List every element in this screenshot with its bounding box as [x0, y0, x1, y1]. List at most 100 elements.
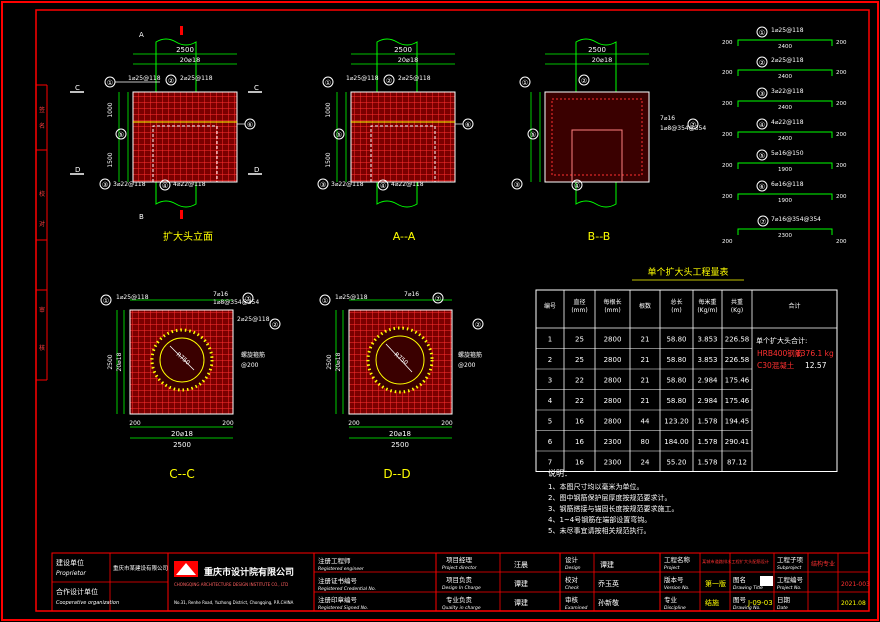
tb-qc-cn: 专业负责 — [446, 595, 473, 604]
table-cell: 22 — [575, 397, 584, 405]
table-cell: 58.80 — [666, 356, 686, 364]
tb-client-en: Proprietor — [56, 570, 86, 577]
tb-date-cn: 日期 — [777, 596, 791, 604]
bar-number: ⑥ — [759, 183, 765, 191]
table-cell: 16 — [575, 417, 584, 425]
bar-shape-row: ④ 4⌀22@118 200 2400 200 — [722, 118, 847, 142]
tb-pd-cn: 项目经理 — [446, 555, 473, 564]
bar-dim-right: 200 — [836, 70, 847, 76]
leader-num: ① — [522, 79, 528, 87]
bar-dim-right: 200 — [836, 239, 847, 245]
note-item: 4、1~4号钢筋在端部设置弯钩。 — [548, 515, 651, 524]
dim-height: 2500 — [107, 354, 114, 369]
section-mark-d: D — [254, 166, 259, 174]
tb-stage-cn: 版本号 — [664, 575, 684, 584]
table-cell: 175.46 — [725, 376, 750, 384]
dim-height: 1500 — [107, 152, 114, 167]
tb-partner-en: Cooperative organization — [56, 600, 119, 606]
dim-width: 2500 — [394, 46, 412, 54]
left-signature-strip: 签 名 校 对 审 核 — [36, 84, 48, 381]
tb-partner-cn: 合作设计单位 — [56, 587, 98, 596]
dim-edge: 200 — [441, 420, 453, 427]
table-cell: 87.12 — [727, 458, 747, 466]
dim-bars: 20⌀18 — [335, 352, 342, 371]
view-section-bb: 2500 20⌀18 ① ② ⑤ ⑦ 7⌀16 1⌀8@354@354 ③ ④ … — [511, 38, 706, 243]
bar-dim-right: 200 — [836, 101, 847, 107]
table-cell: 21 — [641, 397, 650, 405]
strip-label: 核 — [39, 344, 45, 352]
dim-bars: 20⌀18 — [171, 430, 193, 438]
tb-dept-value: 结施 — [705, 598, 719, 607]
leader-num: ④ — [380, 182, 386, 190]
table-cell: 21 — [641, 335, 650, 343]
bar-dim-mid: 2400 — [778, 44, 792, 50]
table-cell: 58.80 — [666, 397, 686, 405]
bar-label: 1⌀25@118 — [771, 27, 804, 34]
table-cell: 226.58 — [725, 335, 750, 343]
dim-height: 1500 — [325, 152, 332, 167]
dim-height: 2500 — [326, 354, 333, 369]
leader-num: ① — [107, 79, 113, 87]
leader-label: 7⌀16 — [660, 115, 675, 122]
tb-audit-en: Examined — [565, 605, 588, 611]
table-cell: 1.578 — [697, 417, 717, 425]
view-elevation: 2500 20⌀18 1000 1500 A B C C D D ① 1⌀25@… — [70, 26, 262, 243]
leader-label: 1⌀25@118 — [335, 294, 368, 301]
table-cell: 1.578 — [697, 458, 717, 466]
leader-num: ⑤ — [530, 131, 536, 139]
leader-num: ② — [581, 77, 587, 85]
leader-label: 2⌀25@118 — [180, 75, 213, 82]
dim-bars: 20⌀18 — [389, 430, 411, 438]
table-cell: 2.984 — [697, 376, 718, 384]
table-cell: 16 — [575, 458, 584, 466]
table-cell: 1 — [548, 335, 552, 343]
tb-pd-en: Project director — [442, 565, 478, 571]
leader-num: ② — [272, 321, 278, 329]
leader-num: ⑥ — [247, 121, 253, 129]
note-item: 5、未尽事宜请按相关规范执行。 — [548, 526, 650, 535]
drawing-title-box — [760, 576, 773, 586]
bar-dim-right: 200 — [836, 132, 847, 138]
tb-major-cn: 工程子项 — [777, 555, 804, 564]
leader-num: ③ — [102, 181, 108, 189]
table-cell: 2800 — [604, 397, 622, 405]
tb-stage-value: 第一版 — [705, 579, 726, 588]
bar-shape-row: ① 1⌀25@118 200 2400 200 — [722, 26, 847, 50]
tb-date-value: 2021.08 — [841, 600, 866, 607]
tb-company-en: CHONGQING ARCHITECTURE DESIGN INSTITUTE … — [174, 582, 288, 587]
bar-dim-right: 200 — [836, 40, 847, 46]
dim-edge: 200 — [348, 420, 360, 427]
table-cell: 4 — [548, 397, 553, 405]
table-cell: 58.80 — [666, 376, 686, 384]
bar-shape-row: ⑥ 6⌀16@118 200 1900 200 — [722, 180, 847, 204]
leader-num: ④ — [162, 182, 168, 190]
tb-scale-value: 2021-003 — [841, 581, 870, 588]
leader-num: ③ — [514, 181, 520, 189]
tb-eng-en: Registered engineer — [318, 566, 365, 572]
tb-qc-name: 谭建 — [514, 598, 528, 607]
view-title-aa: A--A — [393, 230, 416, 243]
drawing-sheet: 签 名 校 对 审 核 2500 20⌀18 1000 1500 A B C C… — [1, 1, 879, 621]
table-cell: 25 — [575, 335, 584, 343]
tb-company-cn: 重庆市设计院有限公司 — [204, 566, 294, 578]
table-cell: 194.45 — [725, 417, 750, 425]
table-cell: 3.853 — [697, 335, 717, 343]
section-mark-c: C — [254, 84, 259, 92]
table-cell: 2 — [548, 356, 552, 364]
note-item: 2、图中钢筋保护层厚度按规范要求计。 — [548, 493, 671, 502]
table-cell: 2800 — [604, 417, 622, 425]
cap-block — [350, 91, 456, 183]
leader-label: 1⌀25@118 — [116, 294, 149, 301]
tb-no-value: J-09-03 — [747, 599, 773, 607]
table-c30-label: C30混凝土 — [757, 360, 795, 370]
view-section-cc: R750 20⌀18 2500 200 200 2500 20⌀18 ① 1⌀2… — [100, 291, 281, 481]
leader-label: 4⌀22@118 — [391, 181, 424, 188]
bar-dim-left: 200 — [722, 194, 733, 200]
tb-eng-cn: 注册工程师 — [318, 556, 351, 565]
leader-label: 7⌀16 — [213, 291, 228, 298]
section-mark-d: D — [75, 166, 80, 174]
table-cell: 175.46 — [725, 397, 750, 405]
tb-design-en: Design — [565, 565, 581, 571]
strip-label: 签 — [39, 106, 45, 114]
tb-client-value: 重庆市某建设有限公司 — [113, 564, 168, 572]
